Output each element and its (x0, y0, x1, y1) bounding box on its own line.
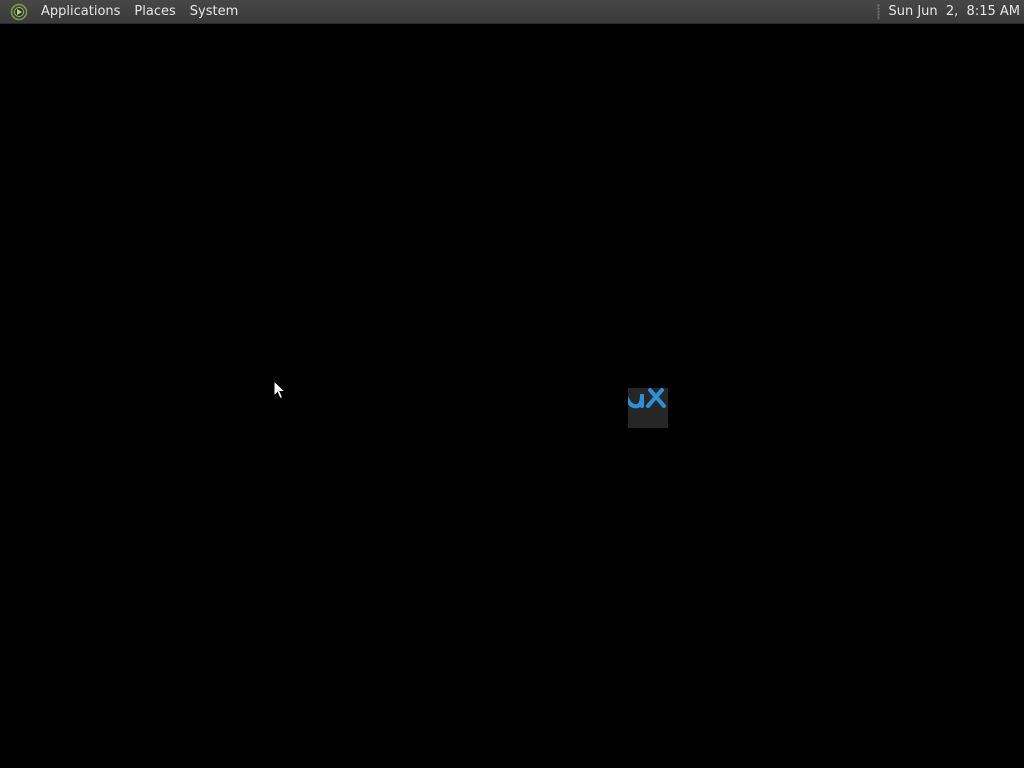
loading-logo-tile (628, 388, 668, 428)
menu-applications[interactable]: Applications (34, 0, 127, 24)
partial-logo-icon (628, 388, 666, 409)
distro-logo-icon[interactable] (10, 3, 28, 21)
panel-tray: Sun Jun 2, 8:15 AM (877, 0, 1024, 24)
top-panel: Applications Places System Sun Jun 2, 8:… (0, 0, 1024, 24)
panel-menu-bar: Applications Places System (0, 0, 245, 24)
menu-places[interactable]: Places (127, 0, 182, 24)
desktop-area[interactable] (0, 24, 1024, 768)
mouse-pointer-icon (273, 379, 287, 400)
clock[interactable]: Sun Jun 2, 8:15 AM (888, 0, 1024, 24)
menu-system[interactable]: System (183, 0, 245, 24)
panel-grip-handle[interactable] (877, 4, 881, 20)
